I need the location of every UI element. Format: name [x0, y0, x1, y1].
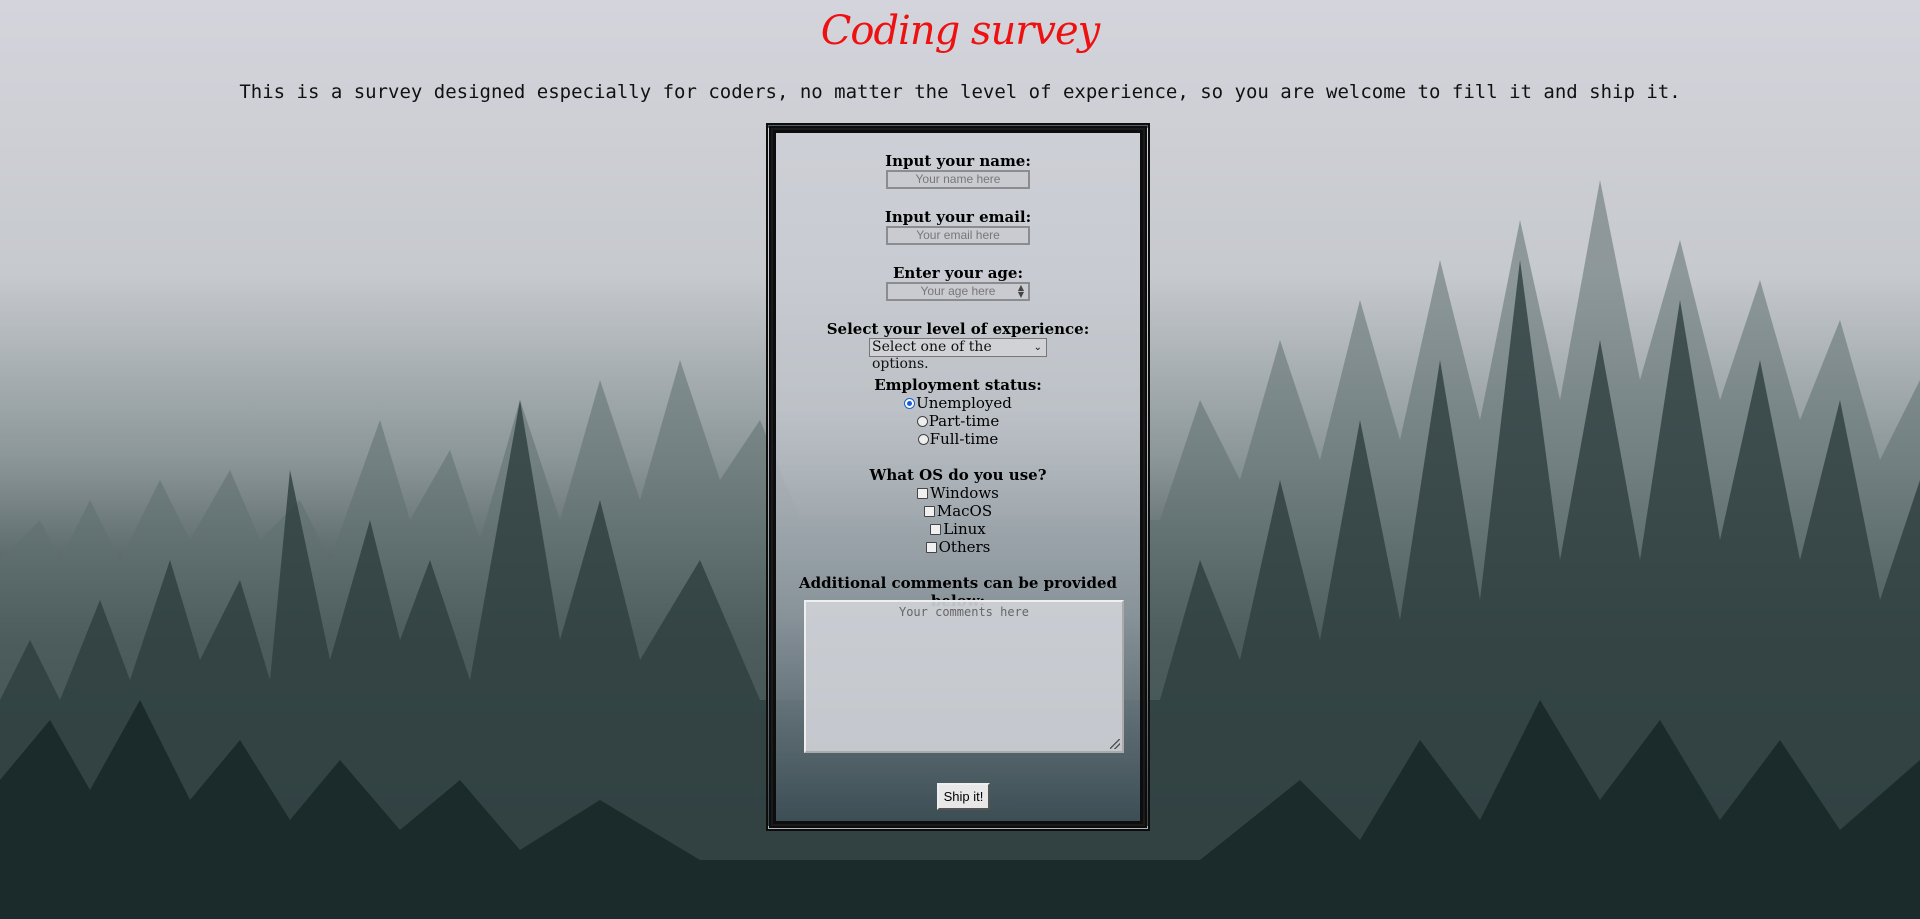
age-label: Enter your age: [893, 264, 1023, 282]
os-option-windows[interactable]: Windows [771, 484, 1145, 502]
radio-full-time[interactable] [917, 433, 929, 445]
os-option-macos[interactable]: MacOS [771, 502, 1145, 520]
resize-grip-icon[interactable] [1110, 739, 1120, 749]
employment-question: Employment status: Unemployed Part-time … [771, 376, 1145, 448]
option-label: Linux [943, 520, 986, 538]
name-input[interactable]: Your name here [886, 170, 1030, 189]
ship-it-button[interactable]: Ship it! [937, 783, 990, 810]
age-spinner-icon[interactable]: ▲ ▼ [1015, 284, 1027, 299]
employment-option-unemployed[interactable]: Unemployed [771, 394, 1145, 412]
name-question: Input your name: Your name here [771, 152, 1145, 189]
option-label: Others [938, 538, 991, 556]
option-label: MacOS [936, 502, 993, 520]
experience-dropdown[interactable]: Select one of the options. ⌄ [869, 338, 1047, 372]
page-title: Coding survey [820, 8, 1100, 54]
page-subtitle: This is a survey designed especially for… [239, 81, 1681, 103]
email-label: Input your email: [884, 208, 1032, 226]
experience-label: Select your level of experience: [826, 320, 1090, 338]
checkbox-linux[interactable] [930, 523, 942, 535]
option-label: Windows [930, 484, 999, 502]
checkbox-macos[interactable] [923, 505, 935, 517]
survey-form: Input your name: Your name here Input yo… [766, 123, 1150, 831]
radio-unemployed[interactable] [904, 397, 916, 409]
age-question: Enter your age: Your age here ▲ ▼ [771, 264, 1145, 301]
option-label: Part-time [928, 412, 1000, 430]
experience-question: Select your level of experience: Select … [771, 320, 1145, 372]
chevron-down-icon: ⌄ [1033, 342, 1042, 353]
checkbox-others[interactable] [925, 541, 937, 553]
os-option-others[interactable]: Others [771, 538, 1145, 556]
comments-placeholder: Your comments here [898, 605, 1030, 619]
os-option-linux[interactable]: Linux [771, 520, 1145, 538]
email-input[interactable]: Your email here [886, 226, 1030, 245]
option-label: Full-time [929, 430, 999, 448]
experience-selected: Select one of the options. [872, 339, 992, 372]
email-question: Input your email: Your email here [771, 208, 1145, 245]
os-question: What OS do you use? Windows MacOS Linux … [771, 466, 1145, 556]
radio-part-time[interactable] [916, 415, 928, 427]
employment-option-full-time[interactable]: Full-time [771, 430, 1145, 448]
checkbox-windows[interactable] [917, 487, 929, 499]
age-input-wrap: Your age here ▲ ▼ [886, 282, 1030, 301]
employment-label: Employment status: [874, 376, 1042, 394]
age-input[interactable]: Your age here [886, 282, 1030, 301]
option-label: Unemployed [916, 394, 1012, 412]
os-label: What OS do you use? [869, 466, 1047, 484]
employment-option-part-time[interactable]: Part-time [771, 412, 1145, 430]
comments-textarea[interactable]: Your comments here [804, 600, 1124, 753]
name-label: Input your name: [885, 152, 1031, 170]
